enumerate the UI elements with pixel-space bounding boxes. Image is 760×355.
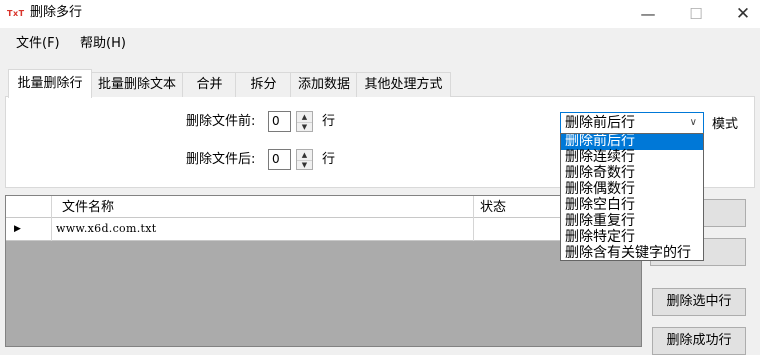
column-header-filename[interactable]: 文件名称 xyxy=(62,200,114,215)
delete-successful-rows-button[interactable]: 删除成功行 xyxy=(652,327,746,355)
minimize-icon: — xyxy=(640,5,656,23)
dropdown-option-delete-odd[interactable]: 删除奇数行 xyxy=(561,166,703,182)
spin-down-icon[interactable]: ▼ xyxy=(297,122,312,132)
tab-other-methods[interactable]: 其他处理方式 xyxy=(356,72,451,97)
delete-after-label: 删除文件后: xyxy=(186,152,256,167)
menu-bar: 文件(F) 帮助(H) xyxy=(0,30,760,56)
delete-before-unit: 行 xyxy=(322,114,336,129)
menu-help[interactable]: 帮助(H) xyxy=(80,36,126,52)
maximize-button[interactable]: ☐ xyxy=(673,0,719,28)
dropdown-option-delete-consecutive[interactable]: 删除连续行 xyxy=(561,150,703,166)
dropdown-option-delete-duplicate[interactable]: 删除重复行 xyxy=(561,214,703,230)
title-bar: TxT 删除多行 — ☐ ✕ xyxy=(0,0,760,28)
column-header-status[interactable]: 状态 xyxy=(480,200,506,215)
column-divider xyxy=(51,218,52,241)
close-icon: ✕ xyxy=(735,4,751,24)
mode-select-value: 删除前后行 xyxy=(565,115,635,131)
dropdown-option-delete-even[interactable]: 删除偶数行 xyxy=(561,182,703,198)
chevron-down-icon: ∨ xyxy=(689,117,697,128)
mode-select[interactable]: 删除前后行 ∨ xyxy=(560,112,704,134)
delete-before-label: 删除文件前: xyxy=(186,114,256,129)
delete-before-input[interactable]: 0 xyxy=(268,111,291,132)
delete-after-unit: 行 xyxy=(322,152,336,167)
txt-app-icon: TxT xyxy=(7,9,25,18)
dropdown-option-delete-specific[interactable]: 删除特定行 xyxy=(561,230,703,246)
menu-file[interactable]: 文件(F) xyxy=(16,36,60,52)
grid-header: 文件名称 状态 xyxy=(6,196,643,218)
tab-split[interactable]: 拆分 xyxy=(235,72,292,97)
window-title: 删除多行 xyxy=(30,5,83,20)
table-row[interactable]: ▶ www.x6d.com.txt xyxy=(6,218,643,241)
tab-batch-delete-lines[interactable]: 批量删除行 xyxy=(8,69,92,98)
spin-down-icon[interactable]: ▼ xyxy=(297,160,312,170)
delete-selected-rows-button[interactable]: 删除选中行 xyxy=(652,288,746,316)
tab-batch-delete-text[interactable]: 批量删除文本 xyxy=(90,72,184,97)
tab-merge[interactable]: 合并 xyxy=(182,72,237,97)
row-filename[interactable]: www.x6d.com.txt xyxy=(56,222,156,236)
delete-after-stepper[interactable]: ▲ ▼ xyxy=(296,149,313,170)
file-grid[interactable]: 文件名称 状态 ▶ www.x6d.com.txt xyxy=(5,195,643,347)
column-divider xyxy=(51,196,52,218)
dropdown-option-delete-before-after[interactable]: 删除前后行 xyxy=(561,134,703,150)
column-divider xyxy=(473,196,474,218)
dropdown-option-delete-keyword[interactable]: 删除含有关键字的行 xyxy=(561,246,703,261)
delete-after-input[interactable]: 0 xyxy=(268,149,291,170)
row-indicator-icon: ▶ xyxy=(14,224,21,234)
mode-label: 模式 xyxy=(712,117,739,132)
maximize-icon: ☐ xyxy=(689,5,703,23)
column-divider xyxy=(473,218,474,241)
minimize-button[interactable]: — xyxy=(625,0,671,28)
tab-add-data[interactable]: 添加数据 xyxy=(290,72,358,97)
mode-dropdown-list: 删除前后行 删除连续行 删除奇数行 删除偶数行 删除空白行 删除重复行 删除特定… xyxy=(560,133,704,261)
close-button[interactable]: ✕ xyxy=(720,0,760,28)
delete-before-stepper[interactable]: ▲ ▼ xyxy=(296,111,313,132)
dropdown-option-delete-blank[interactable]: 删除空白行 xyxy=(561,198,703,214)
